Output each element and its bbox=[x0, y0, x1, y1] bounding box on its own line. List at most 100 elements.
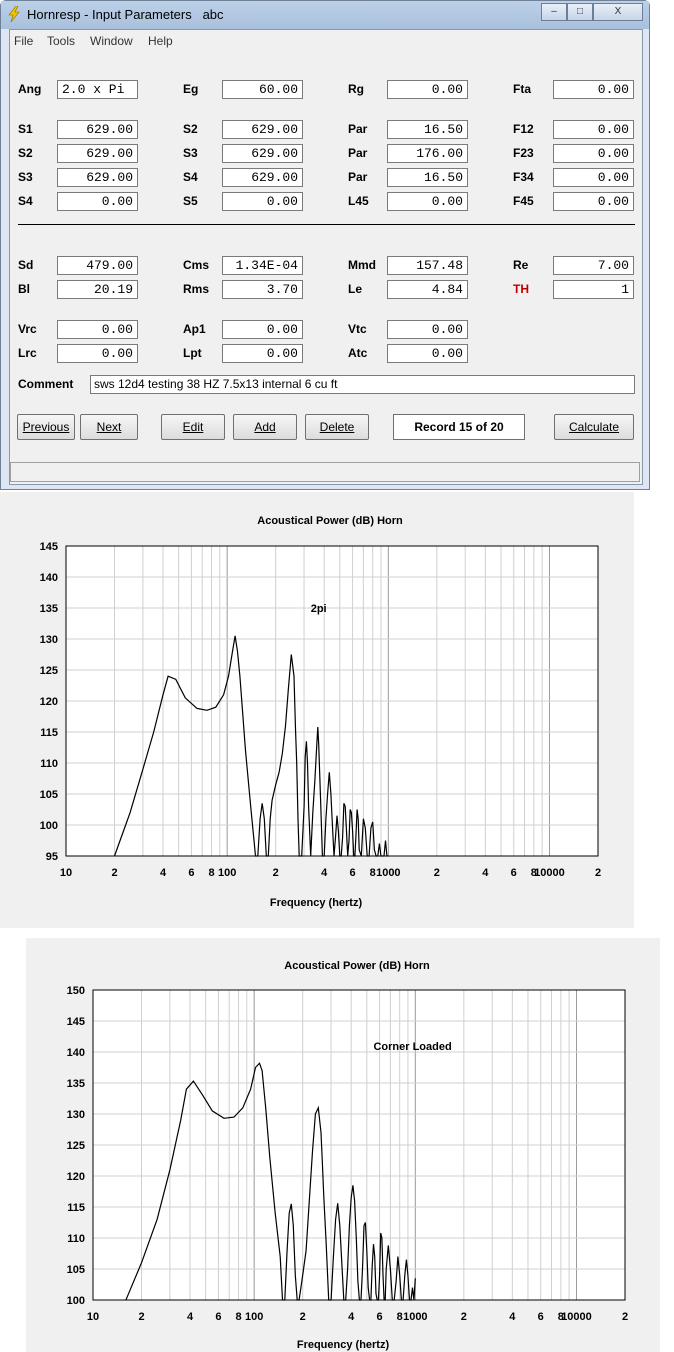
param-label-lrc: Lrc bbox=[18, 346, 37, 360]
param-label-re: Re bbox=[513, 258, 529, 272]
param-field-par[interactable]: 16.50 bbox=[387, 168, 468, 187]
param-label-f23: F23 bbox=[513, 146, 534, 160]
x-tick-label: 4 bbox=[348, 1311, 355, 1323]
param-label-s4: S4 bbox=[18, 194, 33, 208]
x-tick-label: 2 bbox=[595, 867, 601, 879]
param-label-s3: S3 bbox=[18, 170, 33, 184]
client-area: File Tools Window Help Ang 2.0 x Pi Eg 60.0… bbox=[9, 29, 643, 485]
param-field-bl[interactable]: 20.19 bbox=[57, 280, 138, 299]
param-field-f45[interactable]: 0.00 bbox=[553, 192, 634, 211]
x-tick-label: 10 bbox=[60, 867, 72, 879]
y-tick-label: 105 bbox=[40, 789, 58, 801]
window-title-text: Hornresp - Input Parameters bbox=[27, 7, 192, 22]
param-field-s2[interactable]: 629.00 bbox=[222, 120, 303, 139]
x-tick-label: 2 bbox=[622, 1311, 628, 1323]
chart-corner-loaded: Acoustical Power (dB) Horn 100 105 110 115 12… bbox=[26, 938, 660, 1352]
param-label-f12: F12 bbox=[513, 122, 534, 136]
param-field-th[interactable]: 1 bbox=[553, 280, 634, 299]
param-field-ang[interactable]: 2.0 x Pi bbox=[57, 80, 138, 99]
param-field-s3[interactable]: 629.00 bbox=[222, 144, 303, 163]
delete-button[interactable]: Delete bbox=[305, 414, 369, 440]
param-label-eg: Eg bbox=[183, 82, 199, 96]
menu-file[interactable]: File bbox=[14, 34, 33, 48]
x-tick-label: 6 bbox=[188, 867, 194, 879]
menu-window[interactable]: Window bbox=[90, 34, 133, 48]
param-field-sd[interactable]: 479.00 bbox=[57, 256, 138, 275]
param-field-rg[interactable]: 0.00 bbox=[387, 80, 468, 99]
calculate-button[interactable]: Calculate bbox=[554, 414, 634, 440]
comment-label: Comment bbox=[18, 377, 74, 391]
param-field-f23[interactable]: 0.00 bbox=[553, 144, 634, 163]
param-label-vrc: Vrc bbox=[18, 322, 37, 336]
edit-button[interactable]: Edit bbox=[161, 414, 225, 440]
chart-corner-loaded-svg: Acoustical Power (dB) Horn 100 105 110 115 12… bbox=[67, 960, 628, 1351]
param-field-atc[interactable]: 0.00 bbox=[387, 344, 468, 363]
param-field-fta[interactable]: 0.00 bbox=[553, 80, 634, 99]
param-label-bl: Bl bbox=[18, 282, 30, 296]
param-field-le[interactable]: 4.84 bbox=[387, 280, 468, 299]
y-tick-label: 100 bbox=[67, 1295, 85, 1307]
param-field-vtc[interactable]: 0.00 bbox=[387, 320, 468, 339]
param-field-s5[interactable]: 0.00 bbox=[222, 192, 303, 211]
param-field-s1[interactable]: 629.00 bbox=[57, 120, 138, 139]
chart-2pi-svg: Acoustical Power (dB) Horn 95 100 105 110 115… bbox=[40, 515, 601, 909]
param-field-ap1[interactable]: 0.00 bbox=[222, 320, 303, 339]
param-label-ang: Ang bbox=[18, 82, 42, 96]
x-tick-label: 2 bbox=[300, 1311, 306, 1323]
close-button[interactable]: X bbox=[593, 3, 643, 21]
menu-help[interactable]: Help bbox=[148, 34, 173, 48]
x-tick-label: 2 bbox=[111, 867, 117, 879]
param-field-lpt[interactable]: 0.00 bbox=[222, 344, 303, 363]
title-bar[interactable]: Hornresp - Input Parameters abc – □ X bbox=[1, 1, 649, 29]
param-field-cms[interactable]: 1.34E-04 bbox=[222, 256, 303, 275]
y-tick-label: 110 bbox=[67, 1233, 85, 1245]
param-field-par[interactable]: 16.50 bbox=[387, 120, 468, 139]
previous-button[interactable]: Previous bbox=[17, 414, 75, 440]
param-label-le: Le bbox=[348, 282, 363, 296]
y-tick-label: 150 bbox=[67, 985, 85, 997]
param-label-par: Par bbox=[348, 122, 368, 136]
y-tick-label: 140 bbox=[67, 1047, 85, 1059]
maximize-button[interactable]: □ bbox=[567, 3, 593, 21]
next-button[interactable]: Next bbox=[80, 414, 138, 440]
y-tick-label: 145 bbox=[40, 541, 58, 553]
x-tick-label: 8 bbox=[397, 1311, 403, 1323]
x-tick-label: 8 bbox=[370, 867, 376, 879]
param-field-l45[interactable]: 0.00 bbox=[387, 192, 468, 211]
param-field-re[interactable]: 7.00 bbox=[553, 256, 634, 275]
param-field-f34[interactable]: 0.00 bbox=[553, 168, 634, 187]
chart-title: Acoustical Power (dB) Horn bbox=[257, 515, 403, 527]
param-field-vrc[interactable]: 0.00 bbox=[57, 320, 138, 339]
param-field-mmd[interactable]: 157.48 bbox=[387, 256, 468, 275]
param-field-s4[interactable]: 629.00 bbox=[222, 168, 303, 187]
param-field-par[interactable]: 176.00 bbox=[387, 144, 468, 163]
param-label-rg: Rg bbox=[348, 82, 364, 96]
param-field-rms[interactable]: 3.70 bbox=[222, 280, 303, 299]
x-tick-label: 2 bbox=[434, 867, 440, 879]
param-field-s2[interactable]: 629.00 bbox=[57, 144, 138, 163]
param-field-eg[interactable]: 60.00 bbox=[222, 80, 303, 99]
minimize-button[interactable]: – bbox=[541, 3, 567, 21]
comment-field[interactable]: sws 12d4 testing 38 HZ 7.5x13 internal 6… bbox=[90, 375, 635, 394]
param-label-s5: S5 bbox=[183, 194, 198, 208]
param-label-th: TH bbox=[513, 282, 529, 296]
menu-tools[interactable]: Tools bbox=[47, 34, 75, 48]
x-axis-label: Frequency (hertz) bbox=[297, 1339, 390, 1351]
menu-bar: File Tools Window Help bbox=[10, 30, 642, 52]
param-field-lrc[interactable]: 0.00 bbox=[57, 344, 138, 363]
x-tick-label: 4 bbox=[509, 1311, 516, 1323]
x-tick-label: 10000 bbox=[534, 867, 565, 879]
add-button[interactable]: Add bbox=[233, 414, 297, 440]
param-label-f45: F45 bbox=[513, 194, 534, 208]
param-label-mmd: Mmd bbox=[348, 258, 376, 272]
x-tick-label: 10000 bbox=[561, 1311, 592, 1323]
param-field-s4[interactable]: 0.00 bbox=[57, 192, 138, 211]
x-tick-label: 6 bbox=[511, 867, 517, 879]
y-tick-label: 140 bbox=[40, 572, 58, 584]
param-label-par: Par bbox=[348, 146, 368, 160]
param-field-f12[interactable]: 0.00 bbox=[553, 120, 634, 139]
param-field-s3[interactable]: 629.00 bbox=[57, 168, 138, 187]
y-tick-label: 110 bbox=[40, 758, 58, 770]
x-tick-label: 2 bbox=[461, 1311, 467, 1323]
param-label-vtc: Vtc bbox=[348, 322, 367, 336]
